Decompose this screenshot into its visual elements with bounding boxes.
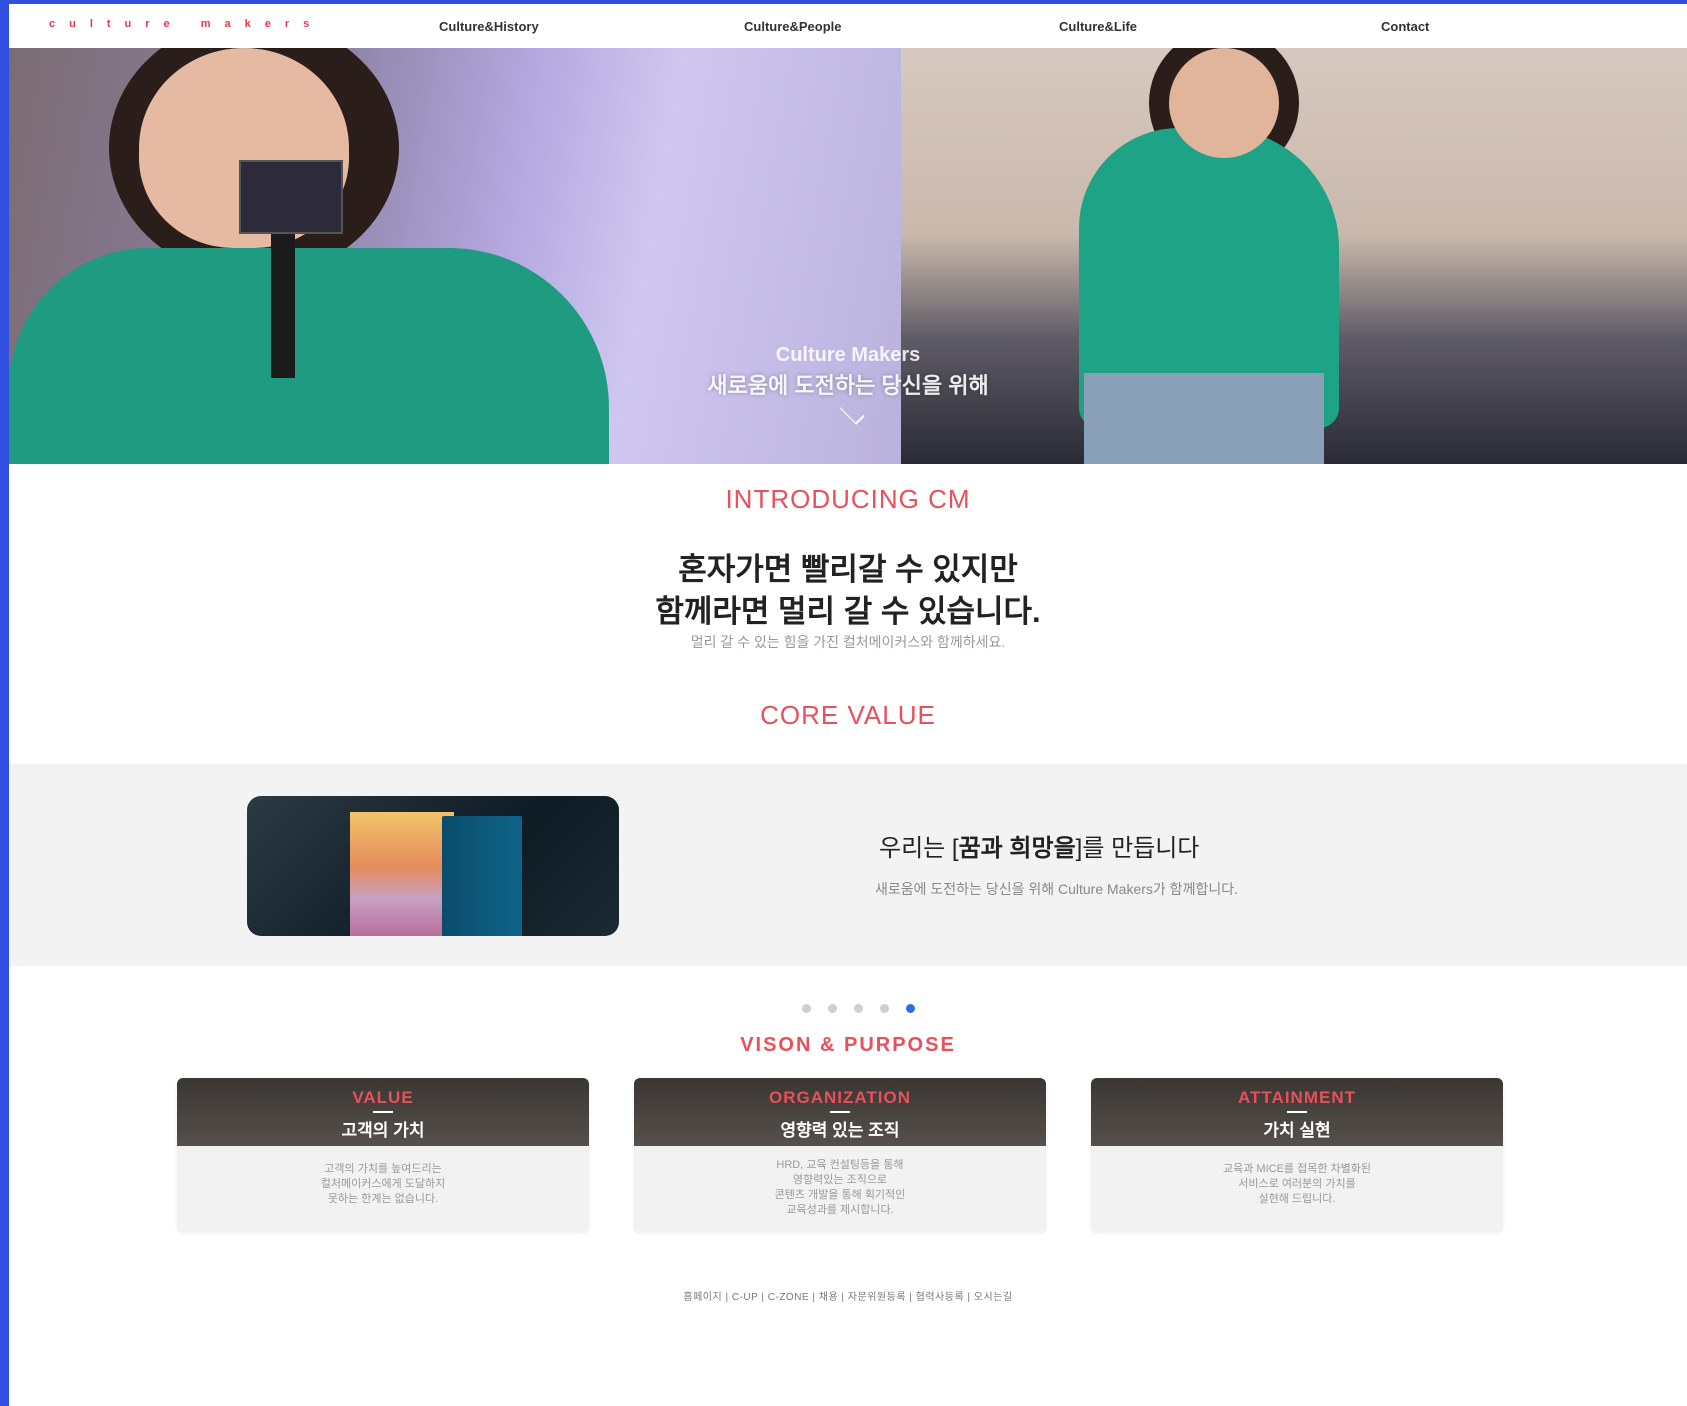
core-value-title: 우리는 [꿈과 희망을]를 만듭니다 — [879, 828, 1199, 863]
vision-card-divider — [373, 1111, 393, 1113]
hero-banner: Culture Makers 새로움에 도전하는 당신을 위해 — [9, 48, 1687, 464]
logo[interactable]: culture makers — [49, 18, 323, 30]
vision-card-header: VALUE 고객의 가치 — [177, 1078, 589, 1146]
hero-right-face — [1169, 48, 1279, 158]
nav-item-contact[interactable]: Contact — [1381, 19, 1429, 34]
core-value-heading: CORE VALUE — [760, 700, 936, 730]
hero-subtitle: 새로움에 도전하는 당신을 위해 — [707, 373, 989, 398]
intro-line-2: 함께라면 멀리 갈 수 있습니다. — [655, 594, 1041, 629]
slider-dot[interactable] — [828, 1004, 837, 1013]
vision-card-body: 교육과 MICE를 접목한 차별화된 서비스로 여러분의 가치를 실현해 드립니… — [1223, 1163, 1371, 1205]
hero-photo-left — [9, 48, 901, 464]
door-panel — [442, 816, 522, 936]
top-nav: culture makers Culture&History Culture&P… — [9, 4, 1687, 48]
core-title-pre: 우리는 [ — [879, 835, 959, 862]
vision-heading: VISON & PURPOSE — [740, 1034, 956, 1056]
vision-card-en: ATTAINMENT — [1238, 1088, 1356, 1107]
slider-dot[interactable] — [802, 1004, 811, 1013]
slider-dot-active[interactable] — [906, 1004, 915, 1013]
vision-card-kr: 가치 실현 — [1263, 1121, 1331, 1140]
logo-part-a: culture — [49, 18, 184, 30]
intro-caption: 멀리 갈 수 있는 힘을 가진 컬처메이커스와 함께하세요. — [690, 634, 1006, 650]
vision-card-en: ORGANIZATION — [768, 1088, 911, 1107]
nav-item-culture-history[interactable]: Culture&History — [439, 19, 539, 34]
nav-item-culture-people[interactable]: Culture&People — [744, 19, 842, 34]
core-title-post: ]를 만듭니다 — [1075, 835, 1200, 862]
vision-card-attainment: ATTAINMENT 가치 실현 교육과 MICE를 접목한 차별화된 서비스로… — [1091, 1078, 1503, 1232]
vision-card-header: ATTAINMENT 가치 실현 — [1091, 1078, 1503, 1146]
page: culture makers Culture&History Culture&P… — [9, 4, 1687, 1406]
footer-links[interactable]: 홈페이지 | C-UP | C-ZONE | 채용 | 자문위원등록 | 협력사… — [9, 1288, 1687, 1303]
slider-pagination — [802, 1004, 915, 1013]
vision-card-body: 고객의 가치를 높여드리는 컬처메이커스에게 도달하지 못하는 한계는 없습니다… — [320, 1163, 446, 1205]
core-title-bold: 꿈과 희망을 — [958, 835, 1076, 862]
vision-card-body: HRD, 교육 컨설팅등을 통해 영향력있는 조직으로 콘텐츠 개발을 통해 획… — [774, 1159, 906, 1216]
vision-card-header: ORGANIZATION 영향력 있는 조직 — [634, 1078, 1046, 1146]
slider-dot[interactable] — [854, 1004, 863, 1013]
door-sunset — [350, 812, 454, 936]
vision-card-divider — [830, 1111, 850, 1113]
hero-title: Culture Makers — [775, 344, 921, 366]
door-image — [247, 796, 619, 936]
hero-left-mic — [239, 160, 343, 234]
intro-line-1: 혼자가면 빨리갈 수 있지만 — [678, 552, 1018, 587]
vision-card-kr: 영향력 있는 조직 — [780, 1121, 900, 1140]
vision-card-organization: ORGANIZATION 영향력 있는 조직 HRD, 교육 컨설팅등을 통해 … — [634, 1078, 1046, 1232]
vision-card-divider — [1287, 1111, 1307, 1113]
nav-item-culture-life[interactable]: Culture&Life — [1059, 19, 1137, 34]
introducing-heading: INTRODUCING CM — [725, 484, 971, 514]
vision-card-en: VALUE — [352, 1088, 414, 1107]
logo-part-b: makers — [200, 18, 324, 30]
core-value-subtitle: 새로움에 도전하는 당신을 위해 Culture Makers가 함께합니다. — [875, 881, 1238, 897]
slider-dot[interactable] — [880, 1004, 889, 1013]
core-value-slide: 우리는 [꿈과 희망을]를 만듭니다 새로움에 도전하는 당신을 위해 Cult… — [9, 764, 1687, 966]
vision-card-kr: 고객의 가치 — [341, 1121, 425, 1140]
vision-card-value: VALUE 고객의 가치 고객의 가치를 높여드리는 컬처메이커스에게 도달하지… — [177, 1078, 589, 1232]
